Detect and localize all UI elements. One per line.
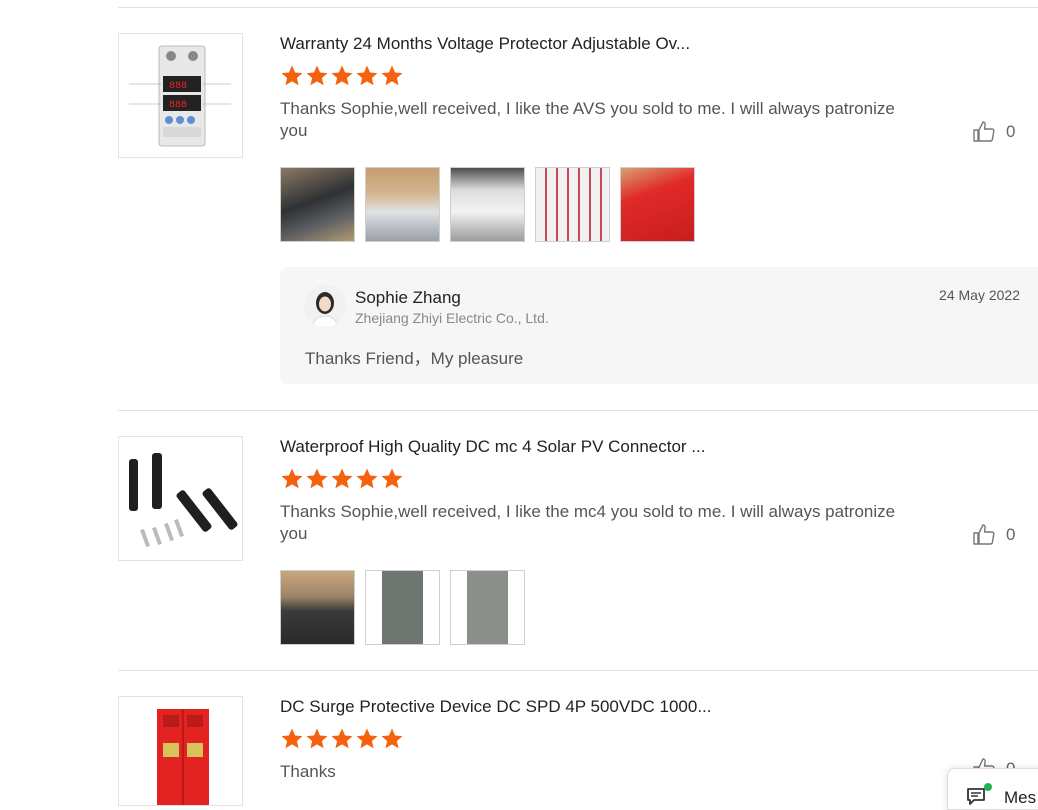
divider	[118, 410, 1038, 411]
star-icon	[330, 64, 354, 88]
review-photo[interactable]	[280, 570, 355, 645]
like-button[interactable]: 0	[972, 120, 1015, 144]
star-icon	[280, 64, 304, 88]
star-icon	[305, 467, 329, 491]
review-photo[interactable]	[365, 167, 440, 242]
thumbs-up-icon	[972, 523, 996, 547]
svg-text:888: 888	[169, 81, 187, 92]
review-photos	[280, 570, 525, 645]
product-thumbnail[interactable]	[118, 696, 243, 806]
review-text: Thanks Sophie,well received, I like the …	[280, 502, 896, 543]
review-photo[interactable]	[450, 167, 525, 242]
review-photos	[280, 167, 695, 242]
review-text: Thanks Sophie,well received, I like the …	[280, 99, 895, 140]
reply-date: 24 May 2022	[939, 287, 1020, 303]
star-icon	[280, 467, 304, 491]
product-title[interactable]: Warranty 24 Months Voltage Protector Adj…	[280, 34, 690, 54]
seller-reply: Sophie Zhang Zhejiang Zhiyi Electric Co.…	[280, 267, 1038, 384]
product-title[interactable]: DC Surge Protective Device DC SPD 4P 500…	[280, 697, 712, 717]
review-photo[interactable]	[280, 167, 355, 242]
avatar	[304, 285, 346, 327]
review-photo[interactable]	[365, 570, 440, 645]
star-icon	[280, 727, 304, 751]
product-thumbnail[interactable]	[118, 436, 243, 561]
reply-company: Zhejiang Zhiyi Electric Co., Ltd.	[355, 310, 549, 326]
star-rating	[280, 64, 404, 88]
message-icon	[966, 787, 986, 805]
star-icon	[355, 467, 379, 491]
thumbs-up-icon	[972, 120, 996, 144]
star-icon	[305, 64, 329, 88]
online-status-dot	[984, 783, 992, 791]
like-count: 0	[1006, 122, 1016, 141]
star-icon	[380, 727, 404, 751]
review-text: Thanks	[280, 762, 336, 781]
star-icon	[380, 64, 404, 88]
star-rating	[280, 467, 404, 491]
svg-text:888: 888	[169, 100, 187, 111]
divider-top	[118, 7, 1038, 8]
product-thumbnail[interactable]: 888 888	[118, 33, 243, 158]
star-rating	[280, 727, 404, 751]
review-photo[interactable]	[620, 167, 695, 242]
product-title[interactable]: Waterproof High Quality DC mc 4 Solar PV…	[280, 437, 705, 457]
divider	[118, 670, 1038, 671]
star-icon	[330, 727, 354, 751]
star-icon	[380, 467, 404, 491]
star-icon	[355, 64, 379, 88]
like-count: 0	[1006, 525, 1016, 544]
star-icon	[330, 467, 354, 491]
reply-text: Thanks Friend，My pleasure	[305, 349, 524, 368]
like-button[interactable]: 0	[972, 523, 1015, 547]
message-widget[interactable]: Mes	[947, 768, 1038, 810]
star-icon	[305, 727, 329, 751]
star-icon	[355, 727, 379, 751]
reply-author-name: Sophie Zhang	[355, 288, 461, 307]
message-label: Mes	[1004, 788, 1037, 807]
review-photo[interactable]	[450, 570, 525, 645]
review-photo[interactable]	[535, 167, 610, 242]
